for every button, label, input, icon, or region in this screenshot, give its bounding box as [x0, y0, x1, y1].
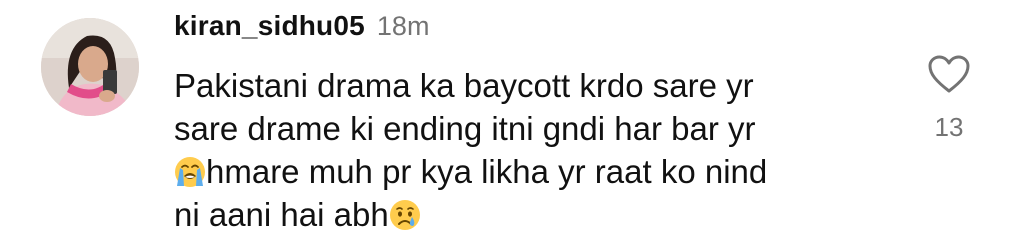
comment-text: Pakistani drama ka baycott krdo sare yr … — [174, 64, 894, 236]
username[interactable]: kiran_sidhu05 — [174, 10, 365, 42]
avatar[interactable] — [41, 18, 139, 116]
comment-item: kiran_sidhu05 18m Pakistani drama ka bay… — [0, 0, 1024, 243]
crying-face-icon — [389, 199, 421, 231]
comment-line: sare drame ki ending itni gndi har bar y… — [174, 110, 756, 147]
comment-line: hmare muh pr kya likha yr raat ko nind — [174, 150, 894, 193]
comment-line-text: hmare muh pr kya likha yr raat ko nind — [206, 153, 768, 190]
timestamp: 18m — [376, 11, 430, 41]
loudly-crying-face-icon — [174, 156, 206, 188]
like-count: 13 — [934, 112, 964, 142]
comment-line: ni aani hai abh — [174, 193, 894, 236]
comment-line-text: ni aani hai abh — [174, 196, 389, 233]
heart-outline-icon — [928, 55, 970, 93]
comment-header: kiran_sidhu05 18m — [174, 10, 429, 50]
comment-line: Pakistani drama ka baycott krdo sare yr — [174, 67, 754, 104]
like-button[interactable] — [926, 52, 972, 98]
